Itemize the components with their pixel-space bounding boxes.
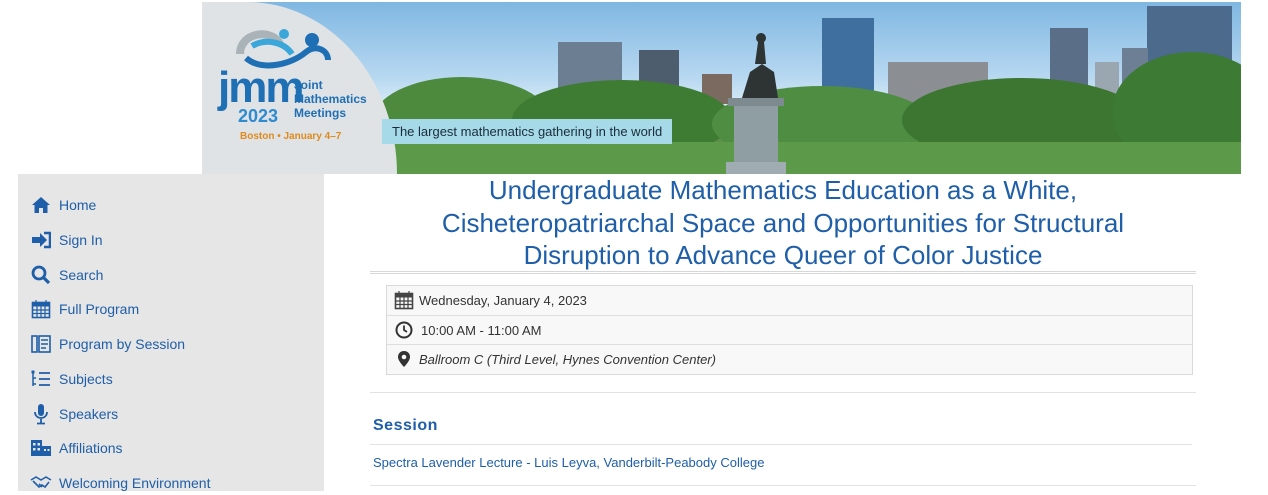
event-location: Ballroom C (Third Level, Hynes Conventio… bbox=[419, 351, 716, 367]
sidebar-item-label: Welcoming Environment bbox=[59, 475, 211, 491]
sidebar-item-label: Search bbox=[59, 267, 104, 283]
sidebar-item-affiliations[interactable]: Affiliations bbox=[30, 436, 123, 460]
search-icon bbox=[30, 264, 52, 286]
time-row: 10:00 AM - 11:00 AM bbox=[387, 315, 1192, 344]
list-icon bbox=[30, 368, 52, 390]
sidebar-item-label: Sign In bbox=[59, 232, 103, 248]
sign-in-icon bbox=[30, 229, 52, 251]
calendar-icon bbox=[393, 290, 415, 310]
event-date: Wednesday, January 4, 2023 bbox=[419, 292, 587, 308]
location-row: Ballroom C (Third Level, Hynes Conventio… bbox=[387, 344, 1192, 373]
sidebar-item-program-by-session[interactable]: Program by Session bbox=[30, 332, 185, 356]
page-title: Undergraduate Mathematics Education as a… bbox=[370, 174, 1196, 272]
logo-line-joint: Joint bbox=[294, 78, 323, 92]
sidebar-item-sign-in[interactable]: Sign In bbox=[30, 228, 103, 252]
banner-tagline: The largest mathematics gathering in the… bbox=[382, 119, 673, 144]
sidebar-item-speakers[interactable]: Speakers bbox=[30, 402, 118, 426]
sidebar-item-label: Subjects bbox=[59, 371, 113, 387]
logo-line-mathematics: Mathematics bbox=[294, 92, 367, 106]
event-details-box: Wednesday, January 4, 2023 10:00 AM - 11… bbox=[386, 285, 1193, 375]
logo-year: 2023 bbox=[238, 106, 279, 126]
sidebar-item-home[interactable]: Home bbox=[30, 193, 96, 217]
home-icon bbox=[30, 194, 52, 216]
date-row: Wednesday, January 4, 2023 bbox=[387, 286, 1192, 314]
title-divider bbox=[370, 271, 1196, 274]
event-time: 10:00 AM - 11:00 AM bbox=[421, 322, 542, 338]
title-line: Cisheteropatriarchal Space and Opportuni… bbox=[441, 207, 1125, 238]
building-icon bbox=[30, 437, 52, 459]
header-banner: jmm Joint Mathematics Meetings 2023 Bost… bbox=[202, 2, 1241, 174]
sidebar-item-label: Speakers bbox=[59, 406, 119, 422]
title-line: Disruption to Advance Queer of Color Jus… bbox=[523, 240, 1043, 270]
session-heading: Session bbox=[373, 417, 438, 434]
sidebar-item-search[interactable]: Search bbox=[30, 263, 103, 287]
sidebar-item-label: Affiliations bbox=[59, 440, 123, 456]
section-divider bbox=[370, 444, 1192, 445]
logo-text: Joint Mathematics Meetings bbox=[294, 78, 367, 120]
sidebar-item-label: Home bbox=[59, 197, 97, 213]
microphone-icon bbox=[30, 403, 52, 425]
title-line: Undergraduate Mathematics Education as a… bbox=[488, 175, 1078, 205]
sidebar-item-welcoming-environment[interactable]: Welcoming Environment bbox=[30, 471, 210, 495]
logo-mark: jmm bbox=[218, 63, 304, 112]
calendar-icon bbox=[30, 298, 52, 320]
map-marker-icon bbox=[393, 350, 415, 368]
section-divider bbox=[370, 392, 1196, 393]
sidebar-nav: Home Sign In Search Full Program Program… bbox=[18, 174, 324, 491]
program-icon bbox=[30, 333, 52, 355]
sidebar-item-full-program[interactable]: Full Program bbox=[30, 297, 139, 321]
sidebar-item-label: Program by Session bbox=[59, 336, 186, 352]
logo-line-meetings: Meetings bbox=[294, 106, 347, 120]
sidebar-item-label: Full Program bbox=[59, 301, 140, 317]
clock-icon bbox=[393, 321, 415, 339]
logo-city-dates: Boston • January 4–7 bbox=[240, 131, 342, 142]
section-divider bbox=[370, 485, 1196, 486]
session-link[interactable]: Spectra Lavender Lecture - Luis Leyva, V… bbox=[373, 455, 764, 470]
sidebar-item-subjects[interactable]: Subjects bbox=[30, 367, 113, 391]
